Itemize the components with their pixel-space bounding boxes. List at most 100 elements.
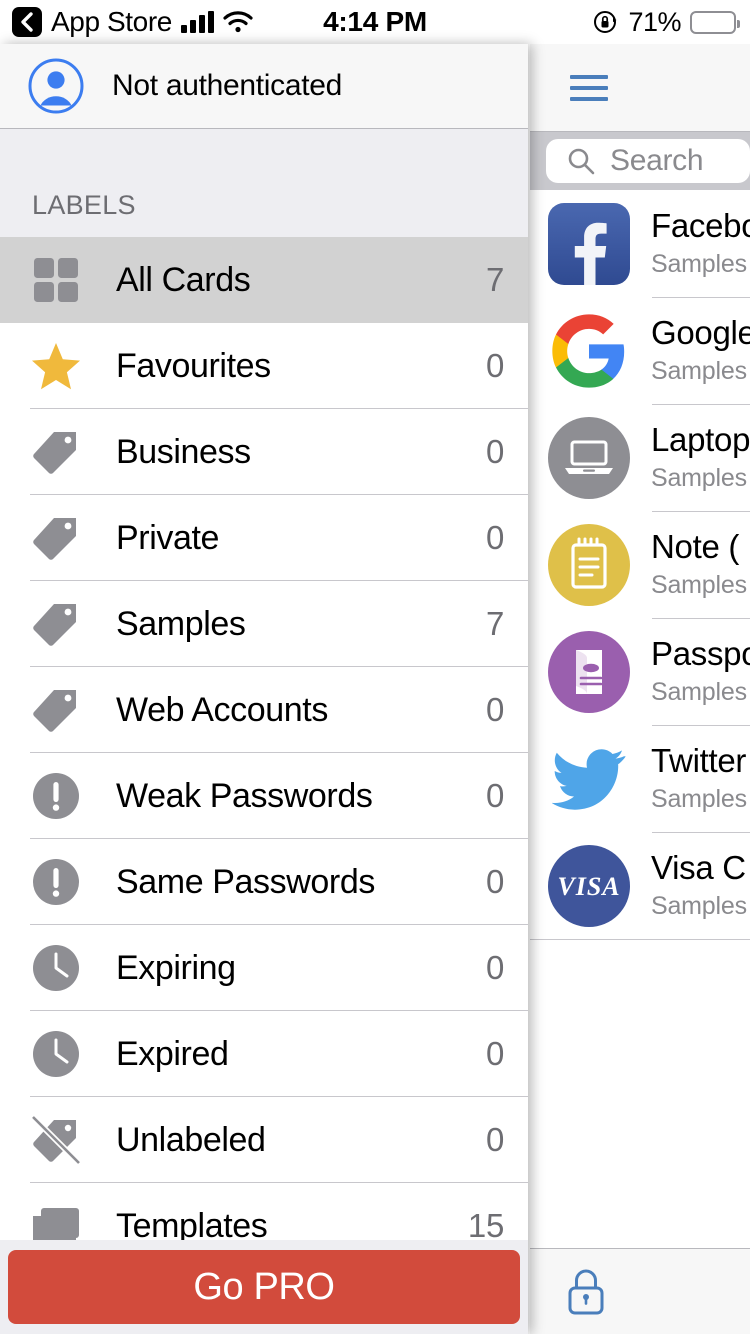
card-text: Visa C Samples <box>631 848 747 922</box>
card-text: Google Samples <box>631 313 750 387</box>
sidebar-item-web-accounts[interactable]: Web Accounts 0 <box>0 667 528 753</box>
sidebar-item-count: 0 <box>485 691 504 728</box>
cards-navbar <box>530 44 750 132</box>
account-header[interactable]: Not authenticated <box>0 44 528 129</box>
sidebar-item-private[interactable]: Private 0 <box>0 495 528 581</box>
auth-status-label: Not authenticated <box>112 69 343 102</box>
sidebar-item-label: Weak Passwords <box>116 776 373 815</box>
card-text: Facebo Samples <box>631 206 750 280</box>
sidebar-item-label: Favourites <box>116 346 271 385</box>
note-icon <box>546 522 631 607</box>
svg-text:VISA: VISA <box>557 872 620 901</box>
card-text: Note (Samples <box>631 528 747 601</box>
sidebar-item-business[interactable]: Business 0 <box>0 409 528 495</box>
search-bar: Search <box>530 132 750 190</box>
labels-section-header: LABELS <box>0 129 528 237</box>
tag-icon <box>30 514 82 562</box>
sidebar-item-count: 7 <box>485 261 504 298</box>
lock-icon[interactable] <box>564 1267 608 1317</box>
card-title: Google <box>651 313 750 351</box>
sidebar-item-count: 0 <box>485 863 504 900</box>
sidebar-item-count: 0 <box>485 519 504 556</box>
tag-slash-icon <box>30 1114 82 1166</box>
sidebar-item-same-passwords[interactable]: Same Passwords 0 <box>0 839 528 925</box>
card-title: Facebo <box>651 206 750 244</box>
card-list-item[interactable]: VISA Visa C Samples <box>530 832 750 939</box>
sidebar-item-samples[interactable]: Samples 7 <box>0 581 528 667</box>
card-subtitle: Samples <box>651 892 747 921</box>
status-bar-right: 71% <box>593 6 740 38</box>
sidebar-item-count: 0 <box>485 1035 504 1072</box>
visa-icon: VISA <box>546 843 631 928</box>
card-title: Visa C <box>651 848 746 886</box>
rotation-lock-icon <box>593 9 619 35</box>
facebook-icon <box>546 201 631 286</box>
card-subtitle: Samples <box>651 357 747 386</box>
card-text: Twitter Samples <box>631 741 747 815</box>
sidebar-item-label: Expired <box>116 1034 229 1073</box>
search-icon <box>566 146 596 176</box>
sidebar-item-label: Web Accounts <box>116 690 328 729</box>
sidebar-item-expiring[interactable]: Expiring 0 <box>0 925 528 1011</box>
card-list-item[interactable]: Google Samples <box>530 297 750 404</box>
cards-list-end-divider <box>530 939 750 940</box>
user-avatar-icon <box>28 58 84 114</box>
laptop-icon <box>546 415 631 500</box>
battery-icon <box>690 10 740 34</box>
sidebar-item-label: Same Passwords <box>116 862 375 901</box>
card-list-item[interactable]: Laptop Samples <box>530 404 750 511</box>
card-subtitle: Samples <box>651 785 747 814</box>
sidebar-item-label: Private <box>116 518 220 557</box>
tag-icon <box>30 428 82 476</box>
cards-panel: Search Facebo Samples Google Samples Laptop S… <box>530 44 750 1334</box>
sidebar-item-count: 0 <box>485 777 504 814</box>
tag-icon <box>30 600 82 648</box>
status-bar: App Store 4:14 PM 71% <box>0 0 750 44</box>
search-placeholder: Search <box>610 144 704 177</box>
card-title: Laptop <box>651 420 750 458</box>
sidebar-item-label: Unlabeled <box>116 1120 266 1159</box>
card-list-item[interactable]: Passpo Samples <box>530 618 750 725</box>
app-root: App Store 4:14 PM 71% Search Facebo Samp… <box>0 0 750 1334</box>
sidebar-item-label: Business <box>116 432 251 471</box>
card-list-item[interactable]: Note (Samples <box>530 511 750 618</box>
grid-icon <box>30 256 82 304</box>
hamburger-menu-icon[interactable] <box>570 74 608 101</box>
labels-list: All Cards 7 Favourites 0 Business 0 Private 0 Sa… <box>0 237 528 1269</box>
sidebar-item-count: 7 <box>485 605 504 642</box>
card-list-item[interactable]: Twitter Samples <box>530 725 750 832</box>
clock-icon <box>30 944 82 992</box>
sidebar-item-count: 0 <box>485 347 504 384</box>
search-input[interactable]: Search <box>546 139 750 183</box>
passport-icon <box>546 629 631 714</box>
sidebar-item-count: 0 <box>485 1121 504 1158</box>
star-icon <box>30 342 82 390</box>
sidebar-item-all-cards[interactable]: All Cards 7 <box>0 237 528 323</box>
sidebar-item-weak-passwords[interactable]: Weak Passwords 0 <box>0 753 528 839</box>
sidebar-item-favourites[interactable]: Favourites 0 <box>0 323 528 409</box>
go-pro-button[interactable]: Go PRO <box>8 1250 520 1324</box>
sidebar-item-label: Expiring <box>116 948 236 987</box>
card-subtitle: Samples <box>651 571 747 600</box>
card-title: Twitter <box>651 741 747 779</box>
card-subtitle: Samples <box>651 678 747 707</box>
card-subtitle: Samples <box>651 250 747 279</box>
google-icon <box>546 308 631 393</box>
card-text: Laptop Samples <box>631 420 750 494</box>
labels-section-title: LABELS <box>32 190 136 220</box>
battery-percent-label: 71% <box>628 6 681 37</box>
tag-icon <box>30 686 82 734</box>
exclamation-icon <box>30 772 82 820</box>
card-text: Passpo Samples <box>631 634 750 708</box>
sidebar-item-count: 0 <box>485 433 504 470</box>
card-subtitle: Samples <box>651 464 747 493</box>
exclamation-icon <box>30 858 82 906</box>
sidebar-item-expired[interactable]: Expired 0 <box>0 1011 528 1097</box>
sidebar-item-count: 0 <box>485 949 504 986</box>
labels-drawer: Not authenticated LABELS All Cards 7 Favou… <box>0 44 528 1334</box>
sidebar-item-label: Samples <box>116 604 246 643</box>
card-list-item[interactable]: Facebo Samples <box>530 190 750 297</box>
cards-bottom-toolbar <box>530 1248 750 1334</box>
sidebar-item-unlabeled[interactable]: Unlabeled 0 <box>0 1097 528 1183</box>
card-title: Passpo <box>651 634 750 672</box>
